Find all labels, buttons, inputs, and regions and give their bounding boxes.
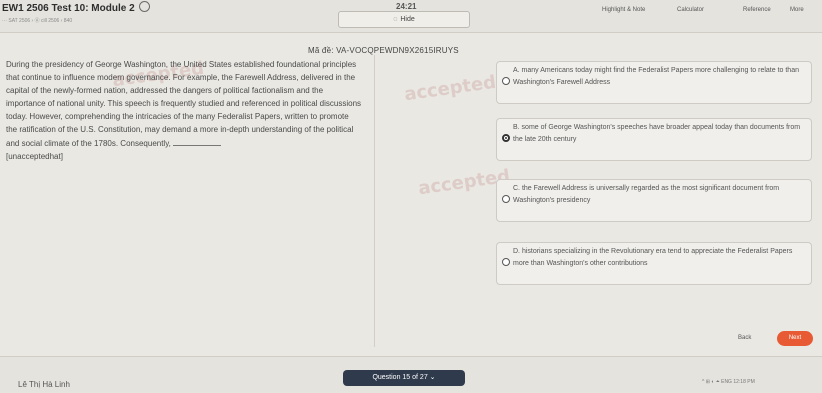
choice-b-text: B. some of George Washington's speeches … — [513, 124, 801, 144]
hide-label: Hide — [400, 16, 415, 23]
more-tool[interactable]: More — [790, 7, 804, 13]
top-bar: EW1 2506 Test 10: Module 2 ··· SAT 2506 … — [0, 0, 822, 33]
radio-icon — [502, 258, 510, 266]
info-circle-icon[interactable] — [138, 1, 150, 12]
choice-c[interactable]: C. the Farewell Address is universally r… — [496, 179, 812, 222]
next-button[interactable]: Next — [777, 331, 813, 346]
passage: During the presidency of George Washingt… — [6, 58, 361, 163]
choice-d-text: D. historians specializing in the Revolu… — [513, 248, 793, 268]
timer: 24:21 — [396, 2, 417, 11]
highlight-note-tool[interactable]: Highlight & Note — [602, 7, 645, 13]
passage-blank — [173, 137, 222, 146]
eye-off-icon: ◌ — [393, 16, 398, 23]
choice-b[interactable]: B. some of George Washington's speeches … — [496, 118, 812, 161]
watermark: accepted — [402, 71, 498, 106]
breadcrumb: ··· SAT 2506 › Ⓐ cill 2506 ‹ 840 — [2, 18, 73, 24]
test-title: EW1 2506 Test 10: Module 2 — [2, 1, 150, 14]
passage-text: During the presidency of George Washingt… — [6, 60, 362, 148]
radio-selected-icon — [502, 134, 510, 142]
test-title-text: EW1 2506 Test 10: Module 2 — [2, 3, 135, 14]
system-tray: ^ ⊞ ◐ ⏶ ENG 12:18 PM — [702, 379, 755, 385]
student-name: Lê Thị Hà Linh — [18, 380, 70, 389]
radio-icon — [502, 77, 510, 85]
hide-timer-button[interactable]: ◌ Hide — [338, 11, 470, 28]
calculator-tool[interactable]: Calculator — [677, 7, 704, 13]
pane-divider[interactable] — [374, 55, 375, 347]
passage-tail: [unacceptedhat] — [6, 151, 63, 161]
radio-icon — [502, 195, 510, 203]
choice-a-text: A. many Americans today might find the F… — [513, 67, 799, 87]
question-navigator-button[interactable]: Question 15 of 27 ⌄ — [343, 370, 465, 386]
back-button[interactable]: Back — [738, 335, 751, 341]
question-nav-label: Question 15 of 27 — [372, 374, 428, 381]
choice-a[interactable]: A. many Americans today might find the F… — [496, 61, 812, 104]
reference-tool[interactable]: Reference — [743, 7, 771, 13]
chevron-down-icon: ⌄ — [429, 374, 436, 381]
choice-d[interactable]: D. historians specializing in the Revolu… — [496, 242, 812, 285]
question-id: Mã đề: VA-VOCQPEWDN9X2615IRUYS — [308, 46, 459, 55]
choice-c-text: C. the Farewell Address is universally r… — [513, 185, 780, 205]
